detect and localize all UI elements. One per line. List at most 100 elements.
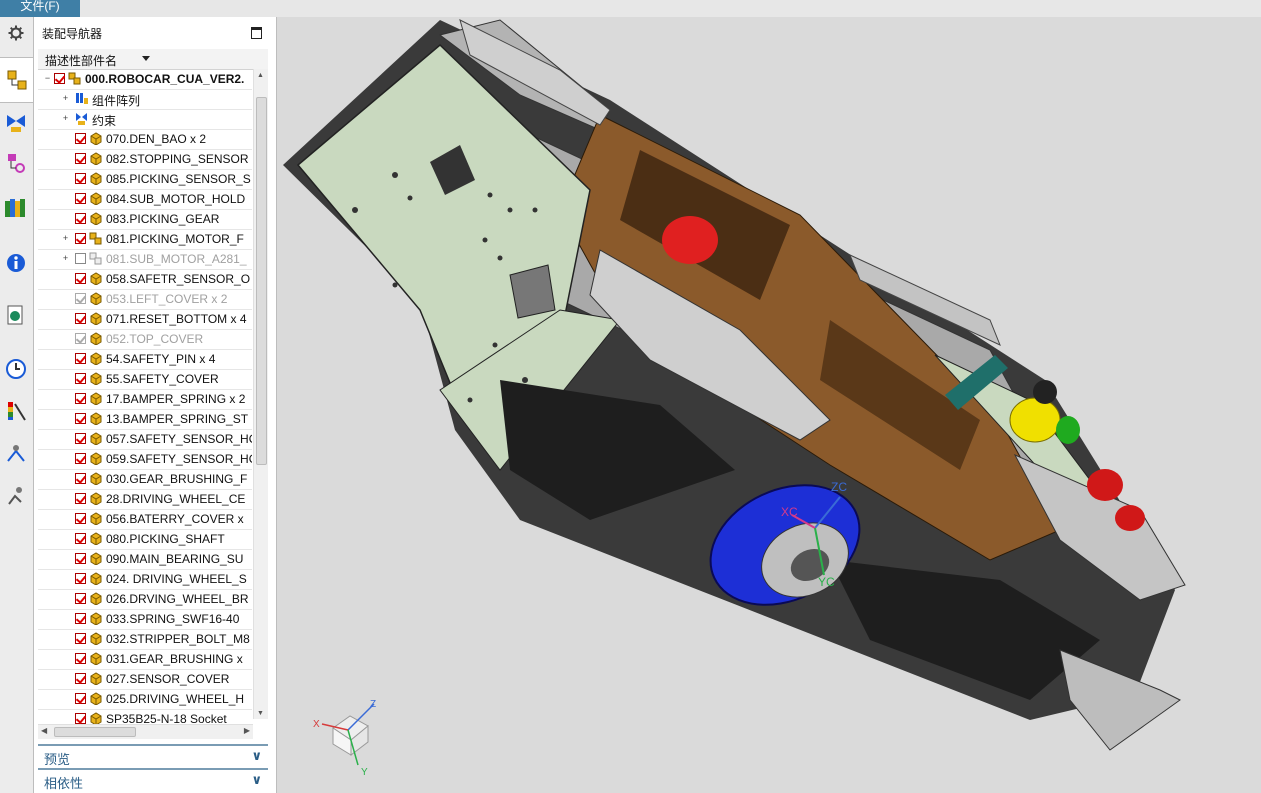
visibility-checkbox[interactable] (75, 233, 86, 244)
expand-icon[interactable]: + (62, 254, 69, 263)
process-studio-icon[interactable] (4, 441, 28, 465)
roles-icon[interactable] (4, 483, 28, 507)
tree-row[interactable]: SP35B25-N-18 Socket (38, 709, 252, 724)
tree-row[interactable]: 059.SAFETY_SENSOR_HO (38, 449, 252, 470)
visibility-checkbox[interactable] (75, 133, 86, 144)
graphics-window[interactable]: ZC XC YC Z X Y (277, 17, 1261, 793)
reuse-library-icon[interactable] (4, 195, 28, 219)
vertical-scrollbar[interactable]: ▲ ▼ (253, 69, 268, 719)
maximize-icon[interactable] (251, 27, 262, 39)
tree-row[interactable]: 55.SAFETY_COVER (38, 369, 252, 390)
column-header[interactable]: 描述性部件名 (38, 49, 268, 70)
tree-row[interactable]: 070.DEN_BAO x 2 (38, 129, 252, 150)
visibility-checkbox[interactable] (75, 313, 86, 324)
visibility-checkbox[interactable] (75, 213, 86, 224)
tree-row[interactable]: 54.SAFETY_PIN x 4 (38, 349, 252, 370)
visibility-checkbox[interactable] (75, 393, 86, 404)
visibility-checkbox[interactable] (75, 713, 86, 724)
visibility-checkbox[interactable] (75, 453, 86, 464)
tree-row[interactable]: 053.LEFT_COVER x 2 (38, 289, 252, 310)
tree-row[interactable]: 083.PICKING_GEAR (38, 209, 252, 230)
horizontal-scrollbar[interactable]: ◀ ▶ (38, 724, 253, 739)
chevron-down-icon[interactable]: ∨ (251, 748, 262, 764)
visibility-checkbox[interactable] (75, 653, 86, 664)
visibility-checkbox[interactable] (75, 673, 86, 684)
scroll-right-icon[interactable]: ▶ (244, 726, 250, 735)
visibility-checkbox[interactable] (75, 373, 86, 384)
tree-row[interactable]: 084.SUB_MOTOR_HOLD (38, 189, 252, 210)
visibility-checkbox[interactable] (75, 473, 86, 484)
tree-row[interactable]: 032.STRIPPER_BOLT_M8 (38, 629, 252, 650)
part-navigator-icon[interactable] (4, 151, 28, 175)
visibility-checkbox[interactable] (75, 633, 86, 644)
visibility-checkbox[interactable] (75, 153, 86, 164)
chevron-down-icon[interactable] (142, 56, 150, 61)
visibility-checkbox[interactable] (75, 353, 86, 364)
tree-row[interactable]: 026.DRVING_WHEEL_BR (38, 589, 252, 610)
visibility-checkbox[interactable] (75, 613, 86, 624)
scrollbar-thumb[interactable] (256, 97, 267, 465)
tree-row[interactable]: 030.GEAR_BRUSHING_F (38, 469, 252, 490)
tree-row[interactable]: 28.DRIVING_WHEEL_CE (38, 489, 252, 510)
visibility-checkbox[interactable] (75, 693, 86, 704)
visibility-checkbox[interactable] (75, 273, 86, 284)
tree-row[interactable]: 058.SAFETR_SENSOR_O (38, 269, 252, 290)
chevron-down-icon[interactable]: ∨ (251, 772, 262, 788)
visibility-checkbox[interactable] (75, 593, 86, 604)
web-browser-icon[interactable] (4, 303, 28, 327)
tree-row[interactable]: + 约束 (38, 109, 252, 130)
file-menu[interactable]: 文件(F) (0, 0, 80, 17)
tree-row[interactable]: 082.STOPPING_SENSOR (38, 149, 252, 170)
cad-model-view[interactable]: ZC XC YC Z X Y (277, 17, 1261, 793)
tree-row[interactable]: + 组件阵列 (38, 89, 252, 110)
scroll-down-icon[interactable]: ▼ (257, 710, 264, 717)
visibility-checkbox[interactable] (54, 73, 65, 84)
visibility-checkbox[interactable] (75, 333, 86, 344)
tree-row[interactable]: 090.MAIN_BEARING_SU (38, 549, 252, 570)
visibility-checkbox[interactable] (75, 513, 86, 524)
scroll-left-icon[interactable]: ◀ (41, 726, 47, 735)
gear-icon[interactable] (4, 21, 28, 45)
visibility-checkbox[interactable] (75, 293, 86, 304)
tree-row[interactable]: 025.DRIVING_WHEEL_H (38, 689, 252, 710)
tree-row[interactable]: 027.SENSOR_COVER (38, 669, 252, 690)
visibility-checkbox[interactable] (75, 433, 86, 444)
expand-icon[interactable]: + (62, 234, 69, 243)
collapse-icon[interactable]: − (44, 74, 51, 83)
tree-row[interactable]: 071.RESET_BOTTOM x 4 (38, 309, 252, 330)
tree-row[interactable]: − 000.ROBOCAR_CUA_VER2. (38, 69, 252, 90)
visibility-checkbox[interactable] (75, 553, 86, 564)
part-icon (89, 312, 102, 326)
expand-icon[interactable]: + (62, 94, 69, 103)
visualization-icon[interactable] (4, 399, 28, 423)
visibility-checkbox[interactable] (75, 413, 86, 424)
assembly-navigator-icon[interactable] (0, 57, 33, 103)
dependencies-panel[interactable]: 相依性 ∨ (38, 768, 268, 791)
tree-row[interactable]: 033.SPRING_SWF16-40 (38, 609, 252, 630)
visibility-checkbox[interactable] (75, 173, 86, 184)
tree-row[interactable]: +081.PICKING_MOTOR_F (38, 229, 252, 250)
visibility-checkbox[interactable] (75, 533, 86, 544)
tree-row[interactable]: +081.SUB_MOTOR_A281_ (38, 249, 252, 270)
visibility-checkbox[interactable] (75, 253, 86, 264)
tree-row[interactable]: 057.SAFETY_SENSOR_HO (38, 429, 252, 450)
visibility-checkbox[interactable] (75, 573, 86, 584)
part-icon (89, 412, 102, 426)
visibility-checkbox[interactable] (75, 493, 86, 504)
scrollbar-thumb[interactable] (54, 727, 136, 737)
tree-row[interactable]: 024. DRIVING_WHEEL_S (38, 569, 252, 590)
visibility-checkbox[interactable] (75, 193, 86, 204)
tree-row[interactable]: 13.BAMPER_SPRING_ST (38, 409, 252, 430)
tree-row[interactable]: 085.PICKING_SENSOR_S (38, 169, 252, 190)
tree-row[interactable]: 056.BATERRY_COVER x (38, 509, 252, 530)
info-icon[interactable] (4, 251, 28, 275)
history-icon[interactable] (4, 357, 28, 381)
tree-row[interactable]: 052.TOP_COVER (38, 329, 252, 350)
tree-row[interactable]: 080.PICKING_SHAFT (38, 529, 252, 550)
preview-panel[interactable]: 预览 ∨ (38, 744, 268, 767)
tree-row[interactable]: 17.BAMPER_SPRING x 2 (38, 389, 252, 410)
tree-row[interactable]: 031.GEAR_BRUSHING x (38, 649, 252, 670)
expand-icon[interactable]: + (62, 114, 69, 123)
constraint-navigator-icon[interactable] (4, 111, 28, 135)
scroll-up-icon[interactable]: ▲ (257, 72, 264, 79)
